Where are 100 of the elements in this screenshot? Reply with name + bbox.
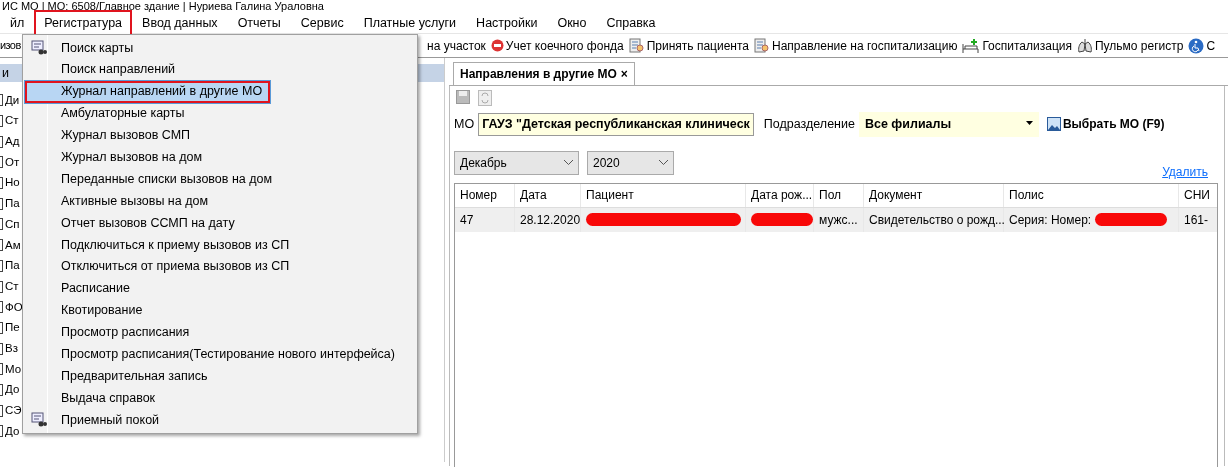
menu-item[interactable]: Приемный покой [25, 409, 415, 432]
lungs-icon [1077, 37, 1093, 54]
bed-plus-icon [962, 37, 981, 54]
division-dropdown[interactable]: Все филиалы [858, 112, 1039, 137]
tree-expander[interactable] [0, 404, 3, 417]
select-field[interactable]: 2020 [587, 150, 674, 175]
tree-item[interactable]: Ад [5, 133, 20, 151]
select-field[interactable]: Декабрь [454, 150, 579, 175]
tree-expander[interactable] [0, 239, 3, 252]
tree-expander[interactable] [0, 197, 3, 210]
menu-item[interactable]: Предварительная запись [25, 365, 415, 388]
delete-link[interactable]: Удалить [1162, 162, 1208, 181]
column-header[interactable]: Дата рож... [746, 183, 814, 207]
menu-item[interactable]: Амбулаторные карты [25, 102, 415, 125]
table-cell-text: Серия: Номер: [1009, 211, 1092, 229]
tree-item[interactable]: Ст [5, 112, 19, 130]
document-search-icon [628, 37, 645, 54]
column-header[interactable]: Полис [1004, 183, 1179, 207]
menu-item[interactable]: Переданные списки вызовов на дом [25, 168, 415, 191]
toolbar-button[interactable]: Учет коечного фонда [490, 36, 624, 55]
table-cell-text: 161- [1184, 211, 1209, 229]
toolbar-button[interactable]: на участок [427, 36, 486, 55]
tree-expander[interactable] [0, 115, 3, 128]
menu-item[interactable]: Журнал вызовов на дом [25, 146, 415, 169]
tree-expander[interactable] [0, 218, 3, 231]
tree-expander[interactable] [0, 363, 3, 376]
tree-item[interactable]: СЭ [5, 402, 22, 420]
menu-item[interactable]: Выдача справок [25, 387, 415, 410]
table-cell-text: мужс... [819, 211, 858, 229]
stop-icon [490, 39, 504, 52]
tree-expander[interactable] [0, 383, 3, 396]
field-label: МО [454, 116, 475, 133]
menu-item[interactable]: Настройки [466, 9, 548, 37]
chevron-down-icon [564, 160, 573, 166]
document-search-icon [754, 37, 770, 54]
menu-item[interactable]: Платные услуги [353, 9, 467, 37]
tree-item[interactable]: Но [5, 174, 20, 192]
field-label: Подразделение [763, 116, 855, 133]
table-cell-text: 47 [460, 211, 474, 229]
tree-item[interactable]: До [5, 422, 20, 440]
tree-expander[interactable] [0, 425, 3, 438]
column-header[interactable]: СНИ [1179, 183, 1217, 207]
tree-expander[interactable] [0, 342, 3, 355]
menu-item[interactable]: Расписание [25, 277, 415, 300]
column-header[interactable]: Номер [455, 183, 515, 207]
column-header[interactable]: Пол [814, 183, 864, 207]
wheelchair-icon [1188, 37, 1205, 54]
menu-item[interactable]: Отключиться от приема вызовов из СП [25, 255, 415, 278]
tree-item[interactable]: От [5, 153, 20, 172]
tree-item[interactable]: Па [5, 257, 20, 275]
menu-item[interactable]: Справка [596, 9, 666, 37]
tree-expander[interactable] [0, 280, 3, 293]
tree-expander[interactable] [0, 94, 3, 107]
dropdown-arrow-icon [1025, 121, 1033, 125]
tree-expander[interactable] [0, 259, 3, 272]
menu-item[interactable]: Просмотр расписания [25, 321, 415, 344]
table-cell-text: 28.12.2020 [520, 211, 581, 229]
chevron-down-icon [659, 160, 668, 166]
toolbar-button[interactable]: Направление на госпитализацию [754, 36, 958, 55]
menu-item[interactable]: Поиск карты [25, 37, 415, 59]
tree-item[interactable]: Ди [5, 91, 20, 109]
table-cell-text: Свидетельство о рожд... [869, 211, 1005, 229]
mo-field[interactable]: ГАУЗ "Детская республиканская клиническ [478, 113, 754, 136]
menu-item[interactable]: Отчет вызовов ССМП на дату [25, 212, 415, 234]
document-tab[interactable]: Направления в другие МО × [453, 62, 635, 85]
tree-expander[interactable] [0, 177, 3, 190]
menu-item[interactable]: Сервис [290, 9, 354, 37]
menu-item[interactable]: Активные вызовы на дом [25, 190, 415, 213]
menu-item[interactable]: Просмотр расписания(Тестирование нового интерфейса) [25, 343, 415, 366]
tree-expander[interactable] [0, 321, 3, 334]
column-header[interactable]: Пациент [581, 183, 746, 207]
tree-item[interactable]: Пе [5, 319, 20, 337]
tree-item[interactable]: ФО [5, 298, 23, 316]
menu-item[interactable]: Окно [547, 9, 597, 37]
tree-item[interactable]: До [5, 381, 20, 399]
tree-item[interactable]: Ам [5, 236, 21, 254]
toolbar-button[interactable]: С [1188, 36, 1216, 55]
tree-expander[interactable] [0, 135, 3, 148]
close-icon[interactable]: × [620, 65, 628, 83]
tree-item[interactable]: Па [5, 195, 20, 213]
toolbar-button[interactable]: изов [0, 37, 21, 54]
toolbar-button[interactable]: Госпитализация [962, 36, 1072, 55]
menu-item[interactable]: Квотирование [25, 299, 415, 322]
menu-item[interactable]: Регистратура [34, 9, 133, 37]
tree-item[interactable]: Ст [5, 277, 19, 296]
menu-item[interactable]: Журнал вызовов СМП [25, 124, 415, 147]
menu-item[interactable]: Подключиться к приему вызовов из СП [25, 234, 415, 256]
toolbar-button[interactable]: Пульмо регистр [1077, 36, 1184, 55]
column-header[interactable]: Дата [515, 183, 581, 207]
tree-expander[interactable] [0, 156, 3, 169]
tree-expander[interactable] [0, 301, 3, 314]
tree-item[interactable]: Сп [5, 215, 20, 234]
column-header[interactable]: Документ [864, 183, 1004, 207]
tree-item[interactable]: Вз [5, 339, 18, 358]
choose-mo-button[interactable]: Выбрать МО (F9) [1046, 115, 1165, 134]
toolbar-button[interactable]: Принять пациента [628, 36, 749, 55]
menu-item[interactable]: йл [0, 9, 35, 37]
menu-item[interactable]: Журнал направлений в другие МО [25, 80, 271, 103]
picture-icon [1046, 117, 1061, 132]
tree-item[interactable]: Мо [5, 360, 22, 378]
